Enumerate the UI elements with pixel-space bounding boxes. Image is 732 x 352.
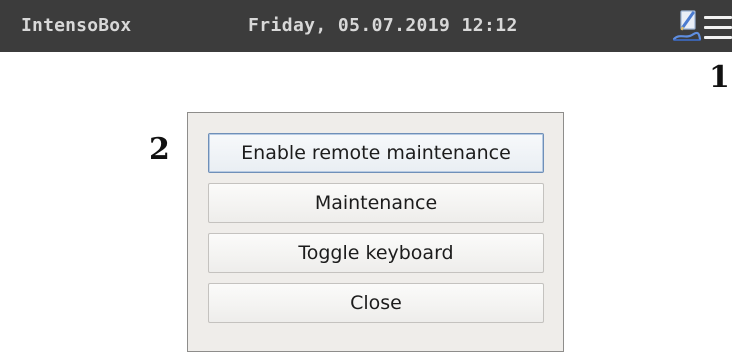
enable-remote-maintenance-button[interactable]: Enable remote maintenance xyxy=(208,133,544,173)
toggle-keyboard-button[interactable]: Toggle keyboard xyxy=(208,233,544,273)
pen-icon[interactable] xyxy=(672,9,702,43)
close-button[interactable]: Close xyxy=(208,283,544,323)
top-status-bar: IntensoBox Friday, 05.07.2019 12:12 xyxy=(0,0,732,52)
app-title: IntensoBox xyxy=(21,15,132,36)
callout-number-1: 1 xyxy=(709,60,730,95)
date-time-display: Friday, 05.07.2019 12:12 xyxy=(248,15,518,36)
maintenance-button[interactable]: Maintenance xyxy=(208,183,544,223)
maintenance-popup-menu: Enable remote maintenance Maintenance To… xyxy=(187,112,564,352)
callout-number-2: 2 xyxy=(149,132,170,167)
hamburger-menu-icon[interactable] xyxy=(704,16,732,40)
